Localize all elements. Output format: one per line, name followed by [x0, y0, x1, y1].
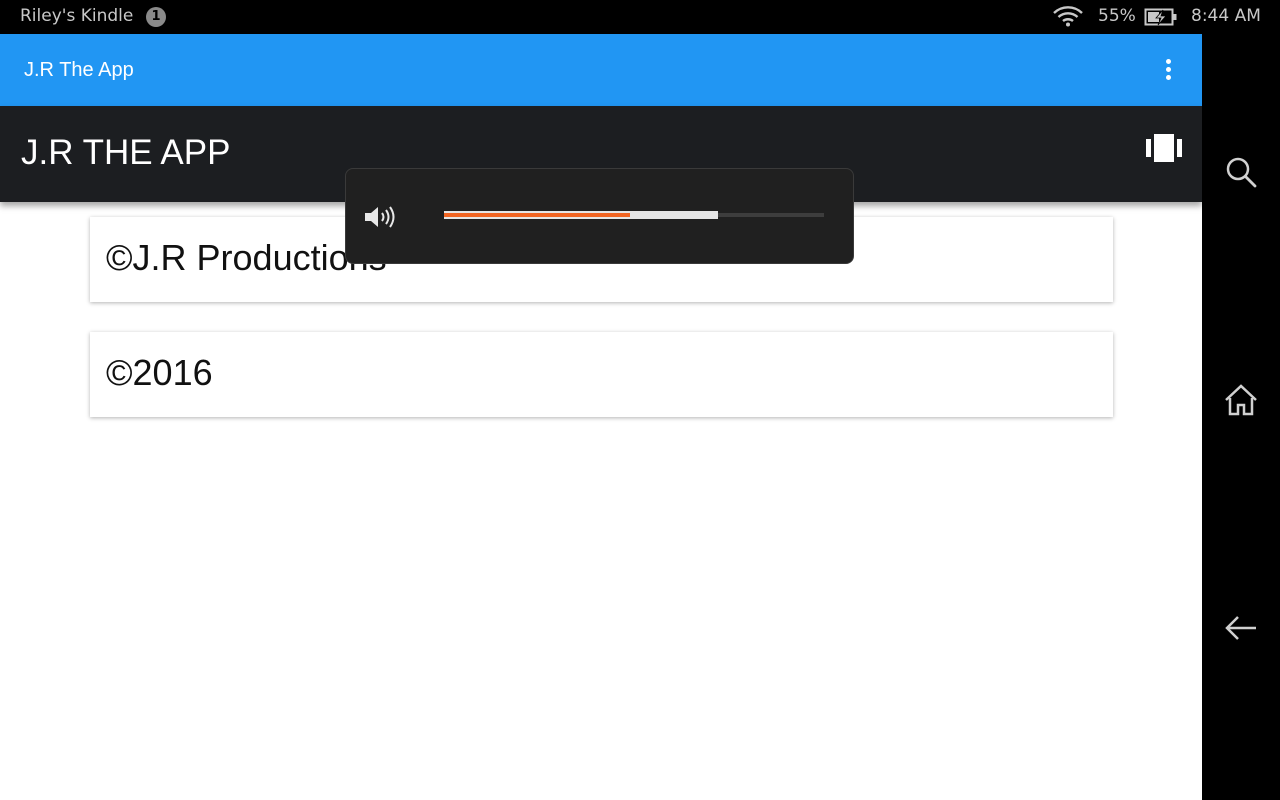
clock: 8:44 AM: [1191, 6, 1261, 26]
volume-overlay: [345, 168, 854, 264]
volume-icon: [365, 206, 395, 228]
app-bar: J.R The App: [0, 34, 1202, 106]
carousel-icon[interactable]: [1146, 134, 1182, 162]
back-icon[interactable]: [1223, 610, 1259, 646]
volume-slider[interactable]: [444, 211, 824, 219]
navigation-bar: [1202, 34, 1280, 800]
wifi-icon: [1053, 6, 1083, 27]
notification-badge[interactable]: 1: [146, 7, 166, 27]
list-item-text: ©2016: [106, 352, 213, 393]
toolbar-title: J.R THE APP: [21, 133, 231, 172]
more-vertical-icon[interactable]: [1156, 56, 1180, 84]
app-bar-title: J.R The App: [24, 59, 134, 81]
status-bar: Riley's Kindle 1 55% 8:44 AM: [0, 0, 1280, 34]
battery-percent: 55%: [1098, 6, 1136, 26]
volume-level-fill: [444, 213, 631, 217]
home-icon[interactable]: [1223, 382, 1259, 418]
list-item: ©2016: [90, 332, 1113, 417]
search-icon[interactable]: [1223, 154, 1259, 190]
battery-charging-icon: [1144, 8, 1177, 26]
app-window: J.R The App J.R THE APP ©J.R Productions…: [0, 34, 1202, 800]
device-name: Riley's Kindle: [20, 6, 134, 26]
